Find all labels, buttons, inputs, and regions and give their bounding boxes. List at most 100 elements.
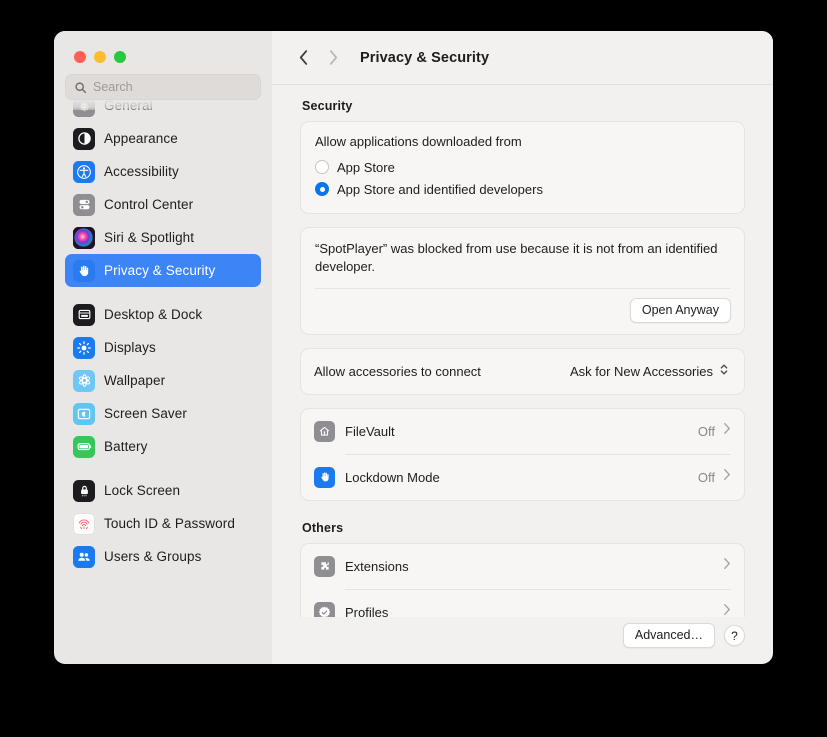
lockdown-mode-status: Off [697,469,715,485]
wallpaper-icon [73,369,95,392]
settings-scroll-area: Security Allow applications downloaded f… [272,85,773,617]
extensions-icon [314,555,335,577]
search-field-container [65,74,261,100]
siri-icon [73,226,95,249]
sidebar-item-label: Wallpaper [104,373,166,388]
sidebar-item-label: Displays [104,340,156,355]
screen-saver-icon [73,402,95,425]
chevron-right-icon [723,422,731,440]
touch-id-icon [73,512,95,535]
help-button[interactable]: ? [724,625,745,646]
radio-label: App Store [337,159,395,175]
radio-label: App Store and identified developers [337,181,543,197]
minimize-button[interactable] [94,51,106,63]
blocked-app-message: “SpotPlayer” was blocked from use becaus… [315,241,718,275]
filevault-row[interactable]: FileVault Off [301,409,744,454]
profiles-icon [314,601,335,617]
radio-option-app-store[interactable]: App Store [315,156,730,178]
page-title: Privacy & Security [360,49,490,66]
sidebar-item-label: Lock Screen [104,483,181,498]
toolbar: Privacy & Security [272,31,773,85]
radio-option-app-store-identified-developers[interactable]: App Store and identified developers [315,178,730,200]
sidebar-item-battery[interactable]: Battery [65,430,261,463]
zoom-button[interactable] [114,51,126,63]
advanced-button[interactable]: Advanced… [622,623,715,648]
sidebar-item-label: Screen Saver [104,406,187,421]
search-icon [74,81,87,94]
search-input[interactable] [93,80,252,94]
footer-buttons: Advanced… ? [272,617,773,664]
lock-screen-icon [73,479,95,502]
chevron-up-down-icon [719,362,729,380]
accessibility-icon [73,160,95,183]
extensions-label: Extensions [345,558,409,574]
sidebar-group-divider [65,463,261,474]
forward-button [318,43,348,73]
sidebar-item-label: Touch ID & Password [104,516,235,531]
battery-icon [73,435,95,458]
sidebar-item-lock-screen[interactable]: Lock Screen [65,474,261,507]
window-controls [74,51,126,63]
radio-button-selected[interactable] [315,182,329,196]
accessories-popup-button[interactable]: Ask for New Accessories [564,360,731,382]
sidebar-item-screen-saver[interactable]: Screen Saver [65,397,261,430]
sidebar-item-users-groups[interactable]: Users & Groups [65,540,261,573]
radio-button[interactable] [315,160,329,174]
accessories-card: Allow accessories to connect Ask for New… [300,347,745,395]
system-settings-window: General Appearance Accessibility Control… [54,31,773,664]
others-section-title: Others [302,520,344,535]
filevault-status: Off [697,423,715,439]
appearance-icon [73,127,95,150]
allow-applications-label: Allow applications downloaded from [315,134,522,149]
profiles-label: Profiles [345,604,389,617]
hand-icon [73,259,95,282]
sidebar-item-touch-id-password[interactable]: Touch ID & Password [65,507,261,540]
chevron-right-icon [723,603,731,617]
blocked-app-card: “SpotPlayer” was blocked from use becaus… [300,227,745,335]
open-anyway-button[interactable]: Open Anyway [629,297,731,323]
filevault-label: FileVault [345,423,395,439]
sidebar-item-accessibility[interactable]: Accessibility [65,155,261,188]
allow-accessories-row: Allow accessories to connect Ask for New… [301,349,744,394]
sidebar-nav-list: General Appearance Accessibility Control… [54,31,272,664]
sidebar-item-label: Desktop & Dock [104,307,203,322]
sidebar-item-label: Accessibility [104,164,179,179]
back-button[interactable] [288,43,318,73]
content-pane: Privacy & Security Security Allow applic… [272,31,773,664]
desktop-dock-icon [73,303,95,326]
accessories-selected-value: Ask for New Accessories [569,363,713,379]
lockdown-mode-row[interactable]: Lockdown Mode Off [301,455,744,500]
sidebar-group-divider [65,287,261,298]
close-button[interactable] [74,51,86,63]
chevron-right-icon [723,468,731,486]
sidebar-item-desktop-dock[interactable]: Desktop & Dock [65,298,261,331]
sidebar-item-label: Appearance [104,131,178,146]
sidebar-item-label: Privacy & Security [104,263,216,278]
profiles-row[interactable]: Profiles [301,590,744,617]
security-features-card: FileVault Off Lockdown Mode Off [300,407,745,501]
sidebar-item-control-center[interactable]: Control Center [65,188,261,221]
sidebar-item-label: Siri & Spotlight [104,230,195,245]
control-center-icon [73,193,95,216]
sidebar-item-displays[interactable]: Displays [65,331,261,364]
lockdown-mode-icon [314,466,335,488]
extensions-row[interactable]: Extensions [301,544,744,589]
lockdown-mode-label: Lockdown Mode [345,469,440,485]
sidebar-item-label: General [104,98,153,113]
users-groups-icon [73,545,95,568]
sidebar-item-wallpaper[interactable]: Wallpaper [65,364,261,397]
sidebar: General Appearance Accessibility Control… [54,31,272,664]
search-box[interactable] [65,74,261,100]
filevault-icon [314,420,335,442]
allow-accessories-label: Allow accessories to connect [314,363,481,379]
sidebar-item-privacy-security[interactable]: Privacy & Security [65,254,261,287]
others-card: Extensions Profiles [300,542,745,617]
sidebar-item-siri-spotlight[interactable]: Siri & Spotlight [65,221,261,254]
sidebar-item-appearance[interactable]: Appearance [65,122,261,155]
sidebar-item-label: Users & Groups [104,549,202,564]
chevron-right-icon [723,557,731,575]
security-section-title: Security [302,99,353,113]
sidebar-item-label: Battery [104,439,148,454]
sidebar-item-label: Control Center [104,197,194,212]
displays-icon [73,336,95,359]
